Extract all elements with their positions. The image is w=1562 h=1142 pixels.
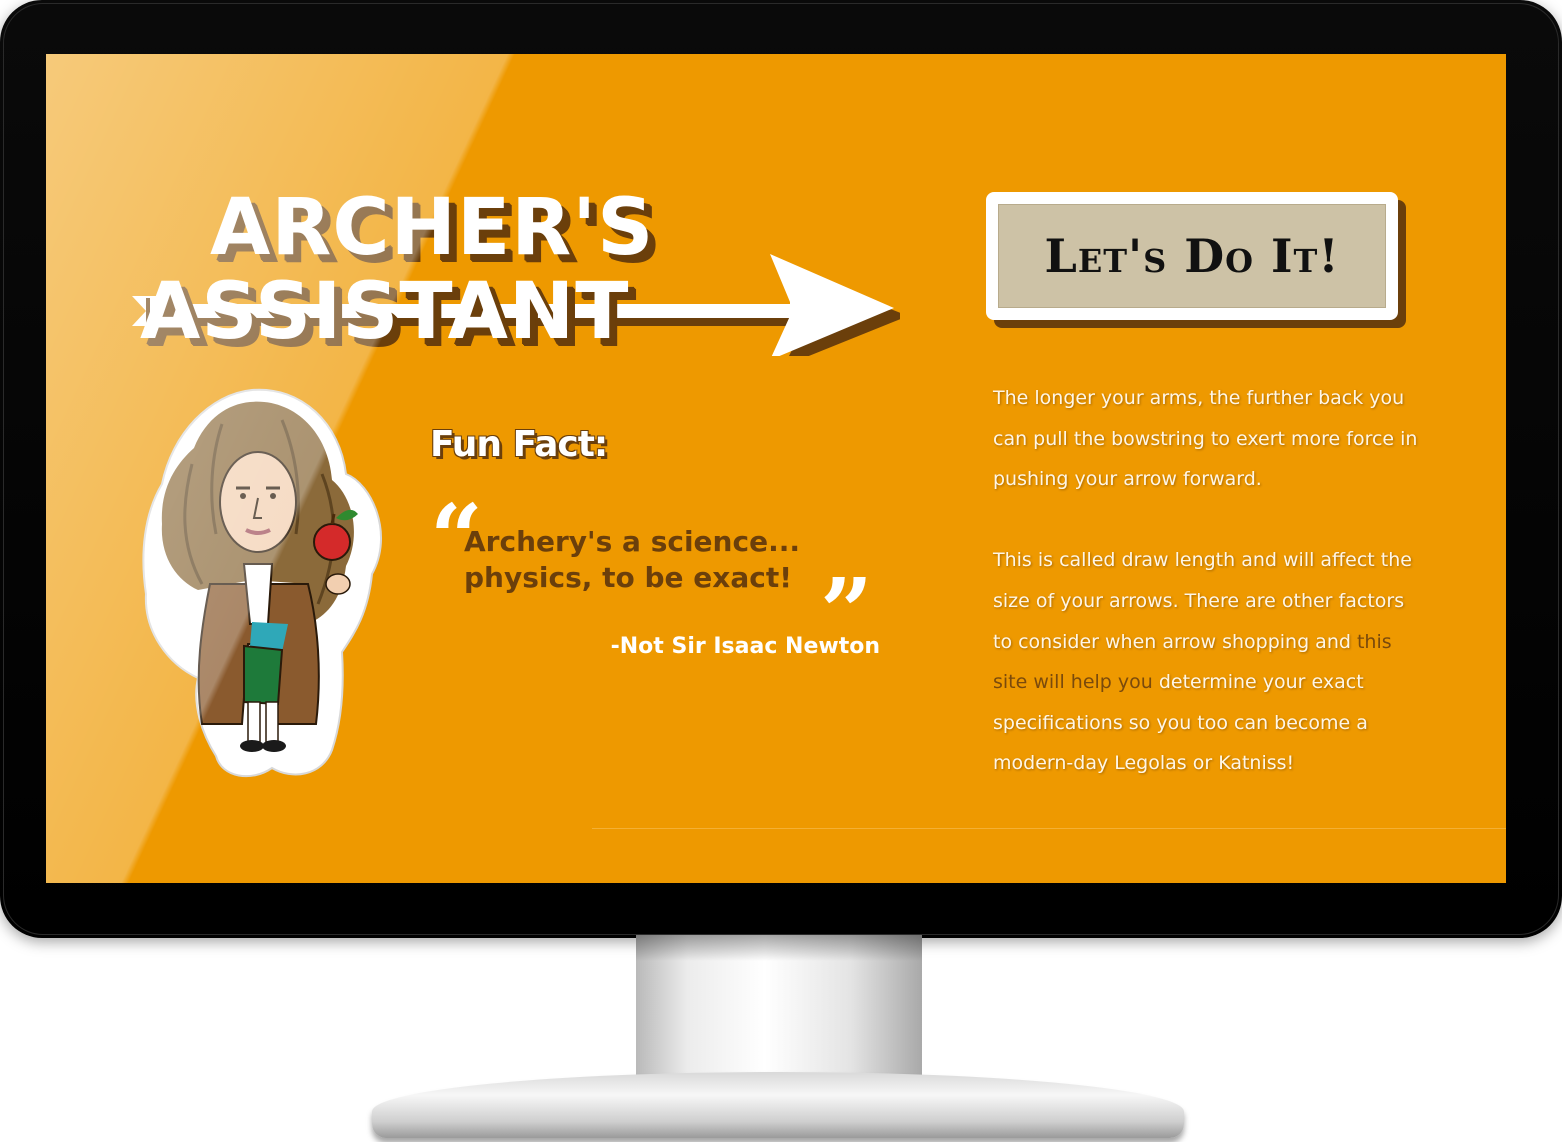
quote-line-1: Archery's a science... <box>464 525 800 558</box>
logo-word-assistant: ASSISTANT <box>140 267 630 357</box>
fun-fact-heading: Fun Fact: <box>430 424 608 465</box>
website-screen: ARCHER'S ASSISTANT Let's Do It! Fun Fact… <box>46 54 1506 883</box>
lets-do-it-label: Let's Do It! <box>998 204 1386 308</box>
logo-word-archers: ARCHER'S <box>210 183 655 273</box>
lets-do-it-button[interactable]: Let's Do It! <box>986 192 1398 320</box>
info-paragraph-1: The longer your arms, the further back y… <box>993 387 1418 491</box>
monitor-stand-neck <box>636 935 922 1085</box>
isaac-newton-illustration <box>142 388 382 777</box>
archers-assistant-logo[interactable]: ARCHER'S ASSISTANT <box>130 186 900 356</box>
draw-length-info: The longer your arms, the further back y… <box>993 378 1423 825</box>
monitor-stand-base <box>372 1072 1184 1138</box>
info-paragraph-2: This is called draw length and will affe… <box>993 540 1423 784</box>
quote-author: -Not Sir Isaac Newton <box>610 634 880 659</box>
footer-divider <box>592 828 1506 829</box>
info-paragraph-2-start: This is called draw length and will affe… <box>993 549 1412 653</box>
